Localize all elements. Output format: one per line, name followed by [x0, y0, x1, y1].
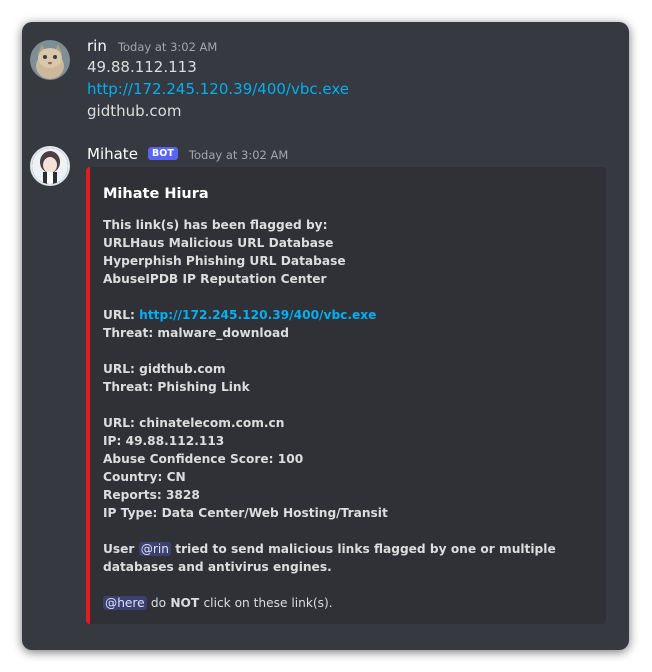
message-link[interactable]: http://172.245.120.39/400/vbc.exe — [87, 80, 349, 98]
database-item: URLHaus Malicious URL Database — [103, 236, 334, 250]
ip-entry: IP: 49.88.112.113 — [103, 434, 225, 448]
cat-avatar-icon — [30, 40, 70, 80]
username[interactable]: rin — [87, 37, 107, 55]
embed-body: This link(s) has been flagged by: URLHau… — [103, 216, 598, 612]
url-entry-1: URL: http://172.245.120.39/400/vbc.exe — [103, 308, 377, 322]
embed: Mihate Hiura This link(s) has been flagg… — [86, 167, 606, 624]
score-entry: Abuse Confidence Score: 100 — [103, 452, 304, 466]
timestamp: Today at 3:02 AM — [188, 148, 289, 162]
flagged-link[interactable]: http://172.245.120.39/400/vbc.exe — [139, 308, 376, 322]
country-entry: Country: CN — [103, 470, 186, 484]
anime-avatar-icon — [32, 148, 68, 184]
timestamp: Today at 3:02 AM — [117, 40, 218, 54]
message-line-ip: 49.88.112.113 — [87, 58, 197, 76]
chat-window: rin Today at 3:02 AM 49.88.112.113 http:… — [22, 22, 629, 650]
database-item: AbuseIPDB IP Reputation Center — [103, 272, 327, 286]
here-mention[interactable]: @here — [103, 596, 147, 610]
ip-type-entry: IP Type: Data Center/Web Hosting/Transit — [103, 506, 388, 520]
reports-entry: Reports: 3828 — [103, 488, 200, 502]
embed-title: Mihate Hiura — [103, 186, 209, 202]
database-item: Hyperphish Phishing URL Database — [103, 254, 346, 268]
avatar-rin[interactable] — [30, 40, 70, 80]
avatar-mihate[interactable] — [30, 146, 70, 186]
url-entry-3: URL: chinatelecom.com.cn — [103, 416, 285, 430]
threat-entry-1: Threat: malware_download — [103, 326, 289, 340]
url-entry-2: URL: gidthub.com — [103, 362, 226, 376]
flagged-intro: This link(s) has been flagged by: — [103, 218, 328, 232]
message-line-domain: gidthub.com — [87, 102, 182, 120]
embed-accent-bar — [86, 167, 90, 624]
threat-entry-2: Threat: Phishing Link — [103, 380, 250, 394]
user-mention[interactable]: @rin — [138, 542, 171, 556]
username[interactable]: Mihate — [87, 145, 138, 163]
warning-text: User @rin tried to send malicious links … — [103, 542, 556, 574]
bot-badge: BOT — [148, 147, 178, 160]
here-warning: @here do NOT click on these link(s). — [103, 596, 333, 610]
